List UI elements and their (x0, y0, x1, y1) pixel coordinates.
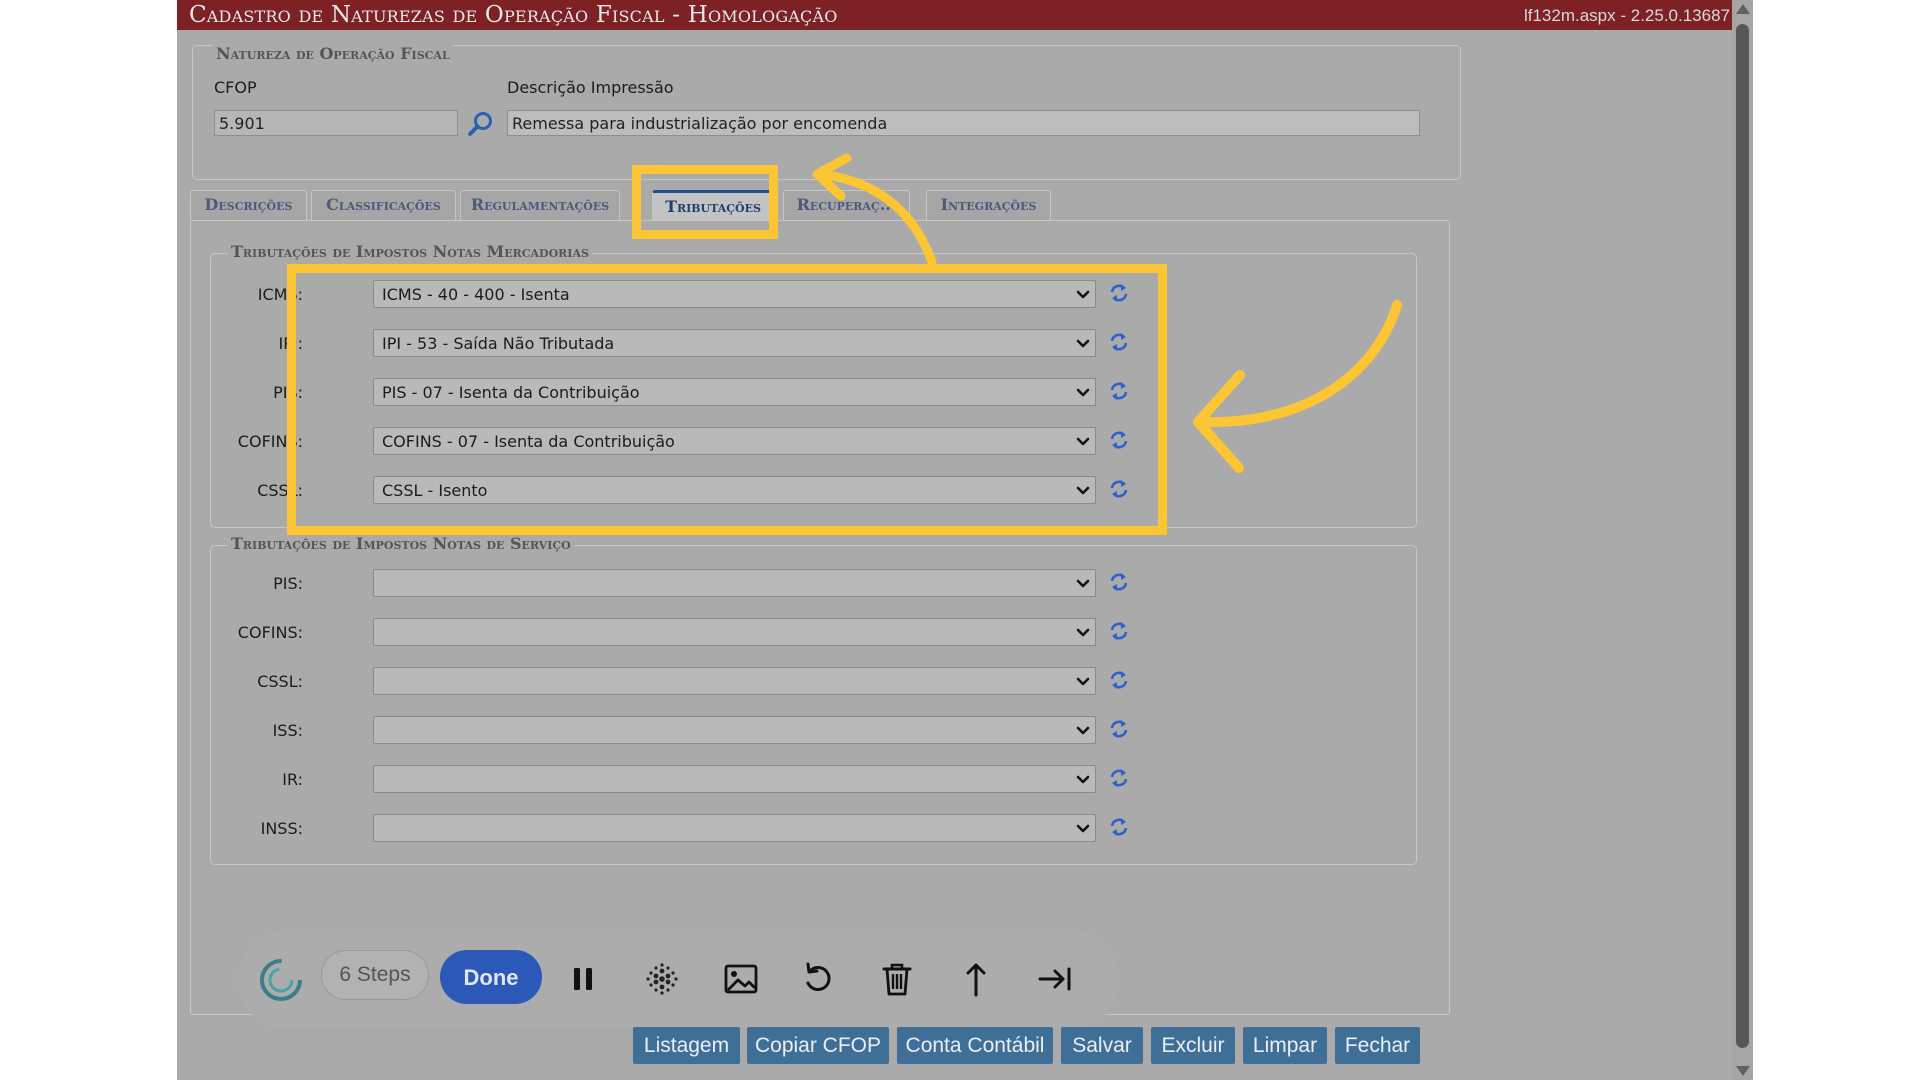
chevron-down-icon (1076, 726, 1090, 735)
tax-label: IR: (282, 770, 303, 789)
version-label: lf132m.aspx - 2.25.0.13687 (1523, 6, 1730, 25)
tax-label: CSSL: (257, 672, 303, 691)
descricao-label: Descrição Impressão (507, 78, 674, 97)
servico-legend: Tributações de Impostos Notas de Serviço (228, 534, 574, 553)
trash-icon[interactable] (877, 959, 917, 999)
tax-select[interactable] (373, 716, 1096, 744)
scrollbar-thumb[interactable] (1736, 24, 1749, 1048)
tax-label: ISS: (272, 721, 303, 740)
tax-label: COFINS: (237, 623, 303, 642)
copiar-cfop-button[interactable]: Copiar CFOP (747, 1027, 889, 1064)
app-window: Cadastro de Naturezas de Operação Fiscal… (177, 0, 1753, 1080)
chevron-down-icon (1076, 677, 1090, 686)
refresh-icon[interactable] (1108, 718, 1130, 740)
mercadorias-legend: Tributações de Impostos Notas Mercadoria… (228, 242, 592, 261)
descricao-input[interactable]: Remessa para industrialização por encome… (507, 110, 1420, 136)
undo-icon[interactable] (799, 959, 839, 999)
arrow-up-icon[interactable] (956, 959, 996, 999)
salvar-button[interactable]: Salvar (1061, 1027, 1143, 1064)
chevron-down-icon (1076, 824, 1090, 833)
search-icon[interactable] (467, 110, 495, 138)
logo-icon (260, 959, 302, 1001)
tab-descricoes[interactable]: Descrições (190, 190, 307, 220)
tax-label: PIS: (273, 574, 303, 593)
cfop-input[interactable]: 5.901 (214, 110, 458, 136)
tax-select[interactable] (373, 618, 1096, 646)
chevron-down-icon (1076, 579, 1090, 588)
tax-select[interactable] (373, 814, 1096, 842)
tax-select[interactable] (373, 765, 1096, 793)
tab-classificacoes[interactable]: Classificações (311, 190, 456, 220)
scroll-down-arrow-icon[interactable] (1736, 1066, 1750, 1076)
window-title: Cadastro de Naturezas de Operação Fiscal… (189, 2, 838, 28)
fechar-button[interactable]: Fechar (1335, 1027, 1420, 1064)
cfop-label: CFOP (214, 78, 257, 97)
chevron-down-icon (1076, 775, 1090, 784)
refresh-icon[interactable] (1108, 767, 1130, 789)
scroll-up-arrow-icon[interactable] (1736, 4, 1750, 14)
tax-select[interactable] (373, 667, 1096, 695)
steps-counter[interactable]: 6 Steps (321, 950, 429, 1000)
refresh-icon[interactable] (1108, 816, 1130, 838)
curved-arrow-icon (812, 153, 937, 267)
skip-to-end-icon[interactable] (1035, 959, 1075, 999)
pause-icon[interactable] (563, 959, 603, 999)
listagem-button[interactable]: Listagem (633, 1027, 740, 1064)
blur-icon[interactable] (642, 959, 682, 999)
refresh-icon[interactable] (1108, 669, 1130, 691)
done-button[interactable]: Done (440, 950, 542, 1004)
tab-regulamentacoes[interactable]: Regulamentações (460, 190, 620, 220)
refresh-icon[interactable] (1108, 620, 1130, 642)
title-bar: Cadastro de Naturezas de Operação Fiscal… (177, 0, 1732, 30)
scrollbar[interactable] (1732, 0, 1753, 1080)
recorder-toolbar: 6 Steps Done (238, 929, 1120, 1029)
image-icon[interactable] (721, 959, 761, 999)
curved-arrow-icon (1193, 300, 1402, 473)
taxes-highlight-box (287, 264, 1167, 535)
tab-highlight-box (632, 165, 778, 239)
natureza-legend: Natureza de Operação Fiscal (213, 44, 453, 63)
limpar-button[interactable]: Limpar (1243, 1027, 1327, 1064)
refresh-icon[interactable] (1108, 571, 1130, 593)
excluir-button[interactable]: Excluir (1151, 1027, 1235, 1064)
tax-select[interactable] (373, 569, 1096, 597)
chevron-down-icon (1076, 628, 1090, 637)
tax-label: INSS: (260, 819, 303, 838)
conta-contabil-button[interactable]: Conta Contábil (897, 1027, 1053, 1064)
